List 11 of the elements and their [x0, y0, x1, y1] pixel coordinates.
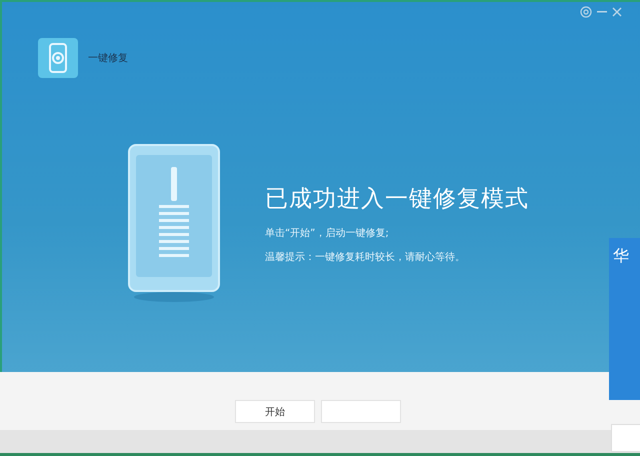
- start-button[interactable]: 开始: [235, 400, 315, 423]
- blank-button[interactable]: [321, 400, 401, 423]
- instruction-text: 温馨提示：一键修复耗时较长，请耐心等待。: [265, 250, 466, 264]
- close-icon[interactable]: [612, 7, 622, 17]
- instruction-text: 单击“开始”，启动一键修复;: [265, 226, 390, 240]
- settings-icon[interactable]: [580, 6, 592, 18]
- app-logo-icon: [38, 38, 78, 78]
- side-window-title: 华: [612, 245, 630, 267]
- minimize-icon[interactable]: [597, 10, 607, 14]
- mode-heading: 已成功进入一键修复模式: [265, 185, 529, 214]
- app-title: 一键修复: [88, 52, 128, 65]
